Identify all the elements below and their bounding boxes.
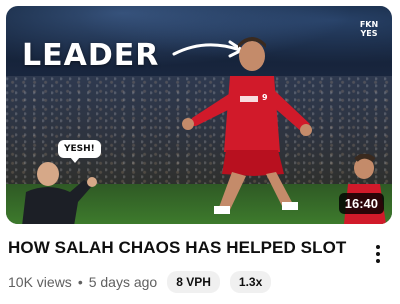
multiplier-badge: 1.3x xyxy=(229,271,272,293)
video-metadata: 10K views • 5 days ago 8 VPH 1.3x xyxy=(8,270,272,294)
channel-logo-text: FKN YES xyxy=(359,20,379,38)
vph-badge: 8 VPH xyxy=(167,271,220,293)
more-dot-icon xyxy=(376,259,380,263)
manager-image xyxy=(22,162,97,224)
more-dot-icon xyxy=(376,245,380,249)
upload-age: 5 days ago xyxy=(88,274,158,290)
more-options-button[interactable] xyxy=(368,240,388,268)
thumbnail-overlay-text: LEADER xyxy=(22,38,160,73)
view-count: 10K views xyxy=(8,274,72,290)
celebrating-player-image: 9 xyxy=(182,37,312,214)
meta-separator: • xyxy=(77,274,83,290)
svg-text:9: 9 xyxy=(262,93,268,102)
duration-badge: 16:40 xyxy=(338,193,384,214)
video-thumbnail[interactable]: LEADER FKN YES 9 YESH! 16:40 xyxy=(6,6,392,224)
speech-bubble-text: YESH! xyxy=(64,144,95,154)
channel-logo: FKN YES xyxy=(356,20,382,44)
speech-bubble: YESH! xyxy=(58,140,101,163)
more-dot-icon xyxy=(376,252,380,256)
video-title[interactable]: HOW SALAH CHAOS HAS HELPED SLOT xyxy=(8,238,358,258)
video-card[interactable]: LEADER FKN YES 9 YESH! 16:40 HOW SALAH C… xyxy=(0,0,400,304)
